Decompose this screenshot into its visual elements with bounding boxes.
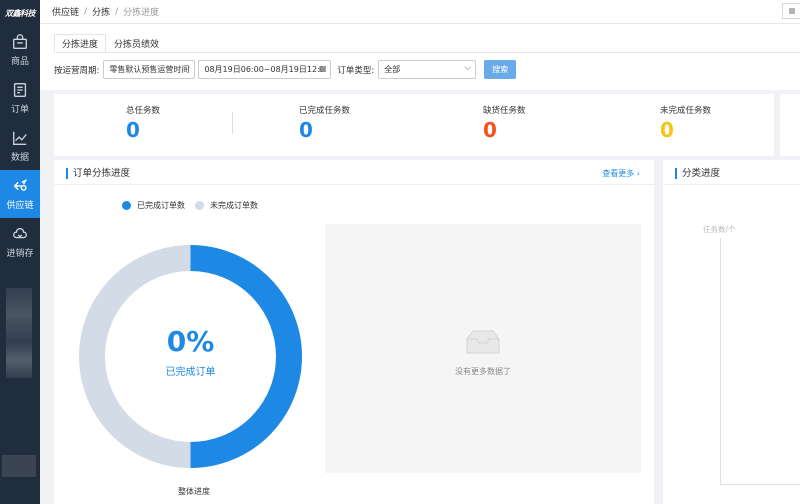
view-more-link[interactable]: 查看更多 › [602, 168, 640, 179]
legend-dot [195, 201, 204, 210]
date-range-input[interactable]: 08月19日06:00~08月19日12:00 ▦ [198, 60, 332, 79]
sidebar-item-supply-chain[interactable]: 供应链 [0, 170, 40, 218]
legend-label: 已完成订单数 [137, 201, 185, 210]
sidebar-item-label: 订单 [10, 105, 29, 115]
divider [663, 184, 800, 185]
date-range-value: 08月19日06:00~08月19日12:00 [204, 65, 323, 74]
breadcrumb: 供应链 / 分拣 / 分拣进度 [52, 5, 160, 19]
stat-total: 总任务数 0 [126, 104, 160, 142]
card-title: 分类进度 [675, 168, 720, 179]
tab-sorting-progress[interactable]: 分拣进度 [54, 34, 107, 52]
top-bar: 供应链 / 分拣 / 分拣进度 [40, 0, 800, 24]
order-type-select[interactable]: 全部 ⌵ [378, 60, 477, 79]
divider [54, 52, 800, 53]
stat-value: 0 [126, 118, 140, 142]
period-label: 按运营周期: [54, 65, 100, 76]
sidebar-item-inventory[interactable]: 进销存 [0, 218, 40, 266]
legend-dot [122, 201, 131, 210]
sidebar-item-label: 进销存 [6, 249, 34, 259]
stat-label: 缺货任务数 [483, 106, 526, 116]
breadcrumb-item[interactable]: 供应链 [52, 5, 79, 18]
stat-shortage: 缺货任务数 0 [483, 104, 526, 142]
filter-panel: 分拣进度 分拣员绩效 按运营周期: 零售默认预售运营时间 ⌵ 08月19日06:… [40, 24, 800, 90]
empty-message: 没有更多数据了 [455, 367, 511, 376]
donut-percent: 0% [166, 325, 215, 358]
y-axis-label: 任务数/个 [703, 225, 736, 234]
sidebar: 双鑫科技 商品 订单 数据 供应链 进销存 [0, 0, 40, 504]
chart-legend: 已完成订单数 未完成订单数 [122, 200, 268, 211]
stats-card: 总任务数 0 已完成任务数 0 缺货任务数 0 未完成任务数 0 [54, 94, 774, 156]
period-select-value: 零售默认预售运营时间 [109, 65, 190, 74]
filter-row: 按运营周期: 零售默认预售运营时间 ⌵ 08月19日06:00~08月19日12… [54, 60, 517, 79]
tab-bar: 分拣进度 分拣员绩效 [54, 34, 167, 52]
stat-uncompleted: 未完成任务数 0 [660, 104, 711, 142]
stat-label: 未完成任务数 [660, 106, 712, 116]
period-select[interactable]: 零售默认预售运营时间 ⌵ [103, 60, 196, 79]
stats-card-extra [780, 94, 800, 156]
line-chart-icon [13, 131, 27, 145]
app-logo: 双鑫科技 [5, 8, 36, 18]
chevron-down-icon: ⌵ [464, 63, 472, 73]
order-type-value: 全部 [384, 65, 401, 74]
y-axis-line [720, 238, 721, 484]
stat-completed: 已完成任务数 0 [299, 104, 350, 142]
donut-label: 已完成订单 [165, 367, 216, 378]
breadcrumb-current: 分拣进度 [123, 8, 160, 18]
order-type-label: 订单类型: [337, 65, 375, 76]
sidebar-item-data[interactable]: 数据 [0, 122, 40, 170]
legend-item-uncompleted[interactable]: 未完成订单数 [195, 200, 258, 211]
empty-state: 没有更多数据了 [325, 224, 641, 473]
category-progress-card: 分类进度 任务数/个 [663, 160, 800, 504]
breadcrumb-separator: / [84, 6, 88, 17]
cloud-box-icon [13, 227, 27, 239]
chevron-down-icon: ⌵ [183, 63, 191, 73]
document-icon [13, 83, 27, 97]
legend-item-completed[interactable]: 已完成订单数 [122, 200, 185, 211]
sidebar-item-goods[interactable]: 商品 [0, 26, 40, 74]
stat-label: 已完成任务数 [299, 106, 351, 116]
bag-icon [13, 34, 27, 49]
header-action-button[interactable] [782, 3, 800, 19]
sidebar-item-label: 商品 [10, 57, 29, 67]
stat-value: 0 [483, 118, 497, 142]
menu-icon [788, 8, 795, 14]
legend-label: 未完成订单数 [210, 201, 258, 210]
breadcrumb-separator: / [115, 6, 119, 17]
card-title: 订单分拣进度 [66, 168, 130, 179]
x-axis-line [720, 484, 800, 485]
sidebar-item-label: 数据 [10, 153, 29, 163]
breadcrumb-item[interactable]: 分拣 [92, 5, 110, 18]
sidebar-item-label: 供应链 [6, 201, 34, 211]
exchange-icon [13, 178, 28, 191]
divider [54, 184, 654, 185]
sidebar-item-orders[interactable]: 订单 [0, 74, 40, 122]
blurred-region [2, 455, 36, 477]
calendar-icon: ▦ [318, 64, 327, 73]
order-progress-card: 订单分拣进度 查看更多 › 已完成订单数 未完成订单数 0% 已完成订单 整体进… [54, 160, 654, 504]
tab-sorter-performance[interactable]: 分拣员绩效 [106, 34, 167, 52]
donut-caption: 整体进度 [178, 487, 210, 496]
stat-label: 总任务数 [126, 106, 161, 116]
search-button[interactable]: 搜索 [484, 60, 517, 79]
blurred-region [6, 288, 32, 378]
divider [232, 112, 233, 134]
empty-inbox-icon [466, 330, 500, 354]
stat-value: 0 [660, 118, 674, 142]
stat-value: 0 [299, 118, 313, 142]
